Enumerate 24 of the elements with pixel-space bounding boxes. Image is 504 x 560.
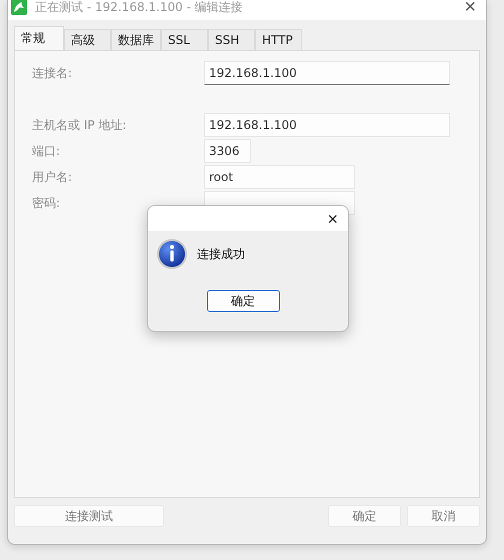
close-button[interactable]: × [460, 0, 480, 17]
tab[interactable]: 高级 [64, 29, 111, 50]
field-label: 主机名或 IP 地址: [32, 116, 128, 134]
close-button[interactable]: × [317, 210, 348, 228]
ok-button[interactable]: 确定 [328, 505, 401, 527]
tab[interactable]: HTTP [255, 29, 302, 50]
input-field[interactable]: 192.168.1.100 [204, 113, 450, 137]
tab[interactable]: SSL [161, 29, 208, 50]
window-title: 正在测试 - 192.168.1.100 - 编辑连接 [35, 0, 243, 16]
field-label: 端口: [32, 142, 62, 160]
tab[interactable]: 常规 [14, 26, 64, 50]
field-label: 连接名: [32, 64, 74, 82]
dialog-message: 连接成功 [197, 246, 245, 262]
input-field[interactable]: 192.168.1.100 [204, 61, 450, 85]
test-connection-button[interactable]: 连接测试 [14, 505, 164, 527]
cancel-button[interactable]: 取消 [407, 505, 480, 527]
tab[interactable]: SSH [208, 29, 255, 50]
tab[interactable]: 数据库 [111, 29, 161, 50]
input-field[interactable]: root [204, 165, 355, 189]
info-icon [156, 238, 188, 270]
ok-button[interactable]: 确定 [206, 290, 280, 312]
input-field[interactable]: 3306 [204, 139, 251, 163]
field-label: 密码: [32, 194, 62, 212]
field-label: 用户名: [32, 168, 74, 186]
